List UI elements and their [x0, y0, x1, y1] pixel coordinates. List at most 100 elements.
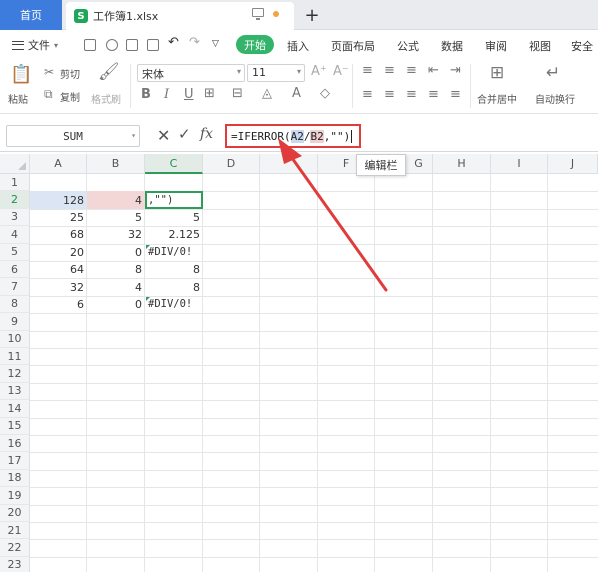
paste-label[interactable]: 粘贴 [8, 91, 28, 106]
redo-icon[interactable]: ↷ [189, 35, 200, 50]
cell-a2[interactable]: 128 [30, 191, 87, 208]
cell-b5[interactable]: 0 [87, 244, 145, 261]
export-icon[interactable] [106, 39, 118, 51]
justify-icon[interactable]: ≡ [428, 87, 439, 102]
confirm-icon[interactable]: ✓ [178, 125, 191, 143]
indent-increase-icon[interactable]: ⇥ [450, 63, 461, 78]
fill-color-icon[interactable]: ◬ [262, 86, 272, 101]
column-header-a[interactable]: A [30, 154, 87, 174]
monitor-icon[interactable] [252, 8, 264, 20]
row-header[interactable]: 23 [0, 556, 30, 572]
column-header-i[interactable]: I [491, 154, 548, 174]
insert-function-icon[interactable]: fx [200, 126, 213, 142]
align-center-icon[interactable]: ≡ [384, 87, 395, 102]
cell-a8[interactable]: 6 [30, 296, 87, 313]
row-header[interactable]: 13 [0, 382, 30, 401]
font-size-select[interactable]: 11 ▾ [247, 64, 305, 82]
new-tab-button[interactable]: + [302, 4, 322, 26]
column-header-c[interactable]: C [145, 154, 203, 174]
align-left-icon[interactable]: ≡ [362, 87, 373, 102]
home-tab[interactable]: 首页 [0, 0, 62, 30]
cell-style-icon[interactable]: ⊟ [232, 86, 243, 101]
customize-icon[interactable]: ▽ [212, 39, 219, 49]
align-top-icon[interactable]: ≡ [362, 63, 373, 78]
merge-center-label[interactable]: 合并居中 [477, 91, 517, 106]
cell-b7[interactable]: 4 [87, 278, 145, 295]
name-box[interactable]: SUM ▾ [6, 125, 140, 147]
distributed-icon[interactable]: ≡ [450, 87, 461, 102]
cell-c2[interactable]: ,"") [145, 191, 203, 208]
file-menu[interactable]: 文件 ▾ [12, 37, 58, 53]
cell-a3[interactable]: 25 [30, 209, 87, 226]
row-header[interactable]: 9 [0, 313, 30, 331]
clear-format-icon[interactable]: ◇ [320, 86, 330, 101]
undo-icon[interactable]: ↶ [168, 35, 179, 50]
row-header[interactable]: 11 [0, 348, 30, 366]
cell-c7[interactable]: 8 [145, 278, 203, 295]
merge-center-icon[interactable]: ⊞ [490, 63, 504, 83]
decrease-font-icon[interactable]: A⁻ [333, 64, 349, 79]
column-header-h[interactable]: H [433, 154, 491, 174]
save-icon[interactable] [84, 39, 96, 51]
cell-c8[interactable]: #DIV/0! [145, 296, 203, 313]
align-bottom-icon[interactable]: ≡ [406, 63, 417, 78]
cell-c6[interactable]: 8 [145, 261, 203, 278]
wrap-text-label[interactable]: 自动换行 [535, 91, 575, 106]
cell-b4[interactable]: 32 [87, 226, 145, 243]
menu-page-layout[interactable]: 页面布局 [331, 38, 375, 54]
cell-c4[interactable]: 2.125 [145, 226, 203, 243]
print-icon[interactable] [126, 39, 138, 51]
cell-b3[interactable]: 5 [87, 209, 145, 226]
cell-a4[interactable]: 68 [30, 226, 87, 243]
row-header[interactable]: 12 [0, 365, 30, 383]
cell-b8[interactable]: 0 [87, 296, 145, 313]
preview-icon[interactable] [147, 39, 159, 51]
row-header[interactable]: 15 [0, 417, 30, 435]
menu-insert[interactable]: 插入 [287, 38, 309, 54]
scissors-icon[interactable]: ✂ [44, 65, 54, 79]
column-header-e[interactable] [260, 154, 318, 174]
column-header-d[interactable]: D [203, 154, 260, 174]
select-all-corner[interactable] [0, 154, 30, 174]
cell-b6[interactable]: 8 [87, 261, 145, 278]
align-middle-icon[interactable]: ≡ [384, 63, 395, 78]
menu-review[interactable]: 审阅 [485, 38, 507, 54]
cancel-icon[interactable]: ✕ [157, 126, 170, 145]
cut-label[interactable]: 剪切 [60, 66, 80, 81]
row-header[interactable]: 10 [0, 330, 30, 348]
row-header[interactable]: 8 [0, 295, 30, 314]
row-header[interactable]: 2 [0, 191, 30, 209]
row-header[interactable]: 4 [0, 226, 30, 244]
row-header[interactable]: 22 [0, 539, 30, 557]
cell-a7[interactable]: 32 [30, 278, 87, 295]
paste-icon[interactable]: 📋 [10, 64, 32, 85]
row-header[interactable]: 1 [0, 174, 30, 192]
row-header[interactable]: 5 [0, 243, 30, 261]
column-header-b[interactable]: B [87, 154, 145, 174]
row-header[interactable]: 3 [0, 208, 30, 227]
row-header[interactable]: 21 [0, 522, 30, 540]
menu-view[interactable]: 视图 [529, 38, 551, 54]
align-right-icon[interactable]: ≡ [406, 87, 417, 102]
underline-icon[interactable]: U [184, 87, 194, 102]
cell-b2[interactable]: 4 [87, 191, 145, 208]
menu-formulas[interactable]: 公式 [397, 38, 419, 54]
border-icon[interactable]: ⊞ [204, 86, 215, 101]
row-header[interactable]: 18 [0, 469, 30, 488]
font-color-icon[interactable]: A [292, 86, 301, 101]
formula-input[interactable]: =IFERROR(A2/B2 ,"") [225, 124, 361, 148]
row-header[interactable]: 20 [0, 504, 30, 522]
row-header[interactable]: 14 [0, 400, 30, 418]
column-header-j[interactable]: J [548, 154, 598, 174]
font-name-select[interactable]: 宋体 ▾ [137, 64, 245, 82]
row-header[interactable]: 19 [0, 487, 30, 505]
row-header[interactable]: 16 [0, 435, 30, 453]
menu-data[interactable]: 数据 [441, 38, 463, 54]
wrap-text-icon[interactable]: ↵ [546, 63, 560, 83]
italic-icon[interactable]: I [164, 87, 169, 102]
cell-c3[interactable]: 5 [145, 209, 203, 226]
cell-c5[interactable]: #DIV/0! [145, 244, 203, 261]
row-header[interactable]: 17 [0, 452, 30, 470]
menu-start[interactable]: 开始 [236, 35, 274, 54]
row-header[interactable]: 7 [0, 278, 30, 296]
